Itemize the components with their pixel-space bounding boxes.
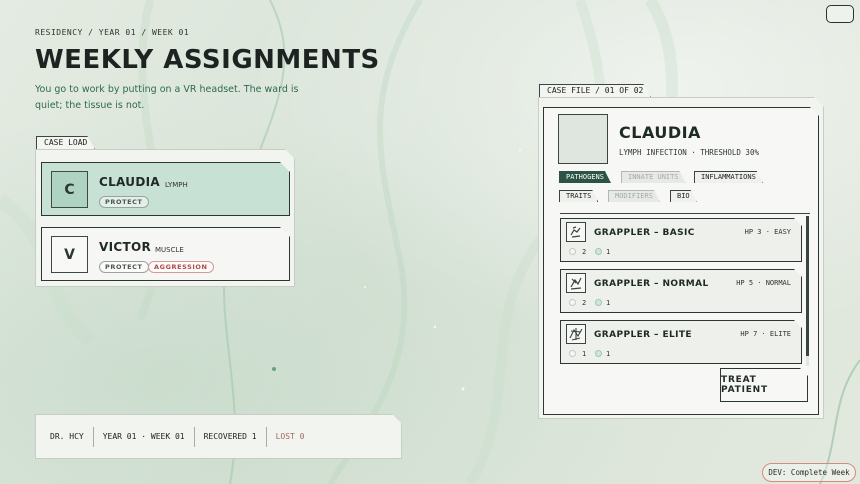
breadcrumb: RESIDENCY / YEAR 01 / WEEK 01 — [35, 28, 190, 37]
status-lost: LOST 0 — [275, 431, 305, 441]
status-bar: DR. HCY YEAR 01 · WEEK 01 RECOVERED 1 LO… — [35, 414, 402, 459]
unit-dot-icon — [569, 299, 576, 306]
case-tissue: MUSCLE — [155, 246, 184, 254]
tab-innate-units[interactable]: INNATE UNITS — [621, 171, 686, 183]
tab-pathogens[interactable]: PATHOGENS — [559, 171, 611, 183]
casefile-label: CASE FILE / 01 OF 02 — [539, 84, 651, 98]
case-card-victor[interactable]: V VICTOR MUSCLE PROTECT AGGRESSION — [41, 227, 290, 281]
pathogen-card-normal[interactable]: GRAPPLER – NORMAL HP 5 · NORMAL 2 1 — [560, 269, 802, 313]
grappler-icon — [566, 324, 586, 344]
pathogen-count-b: 1 — [606, 350, 611, 358]
treat-patient-button[interactable]: TREAT PATIENT — [720, 368, 808, 402]
case-card-claudia[interactable]: C CLAUDIA LYMPH PROTECT — [41, 162, 290, 216]
grappler-icon — [566, 273, 586, 293]
status-doctor: DR. HCY — [41, 427, 94, 447]
pathogen-card-basic[interactable]: GRAPPLER – BASIC HP 3 · EASY 2 1 — [560, 218, 802, 262]
patient-name: CLAUDIA — [619, 123, 701, 142]
status-date: YEAR 01 · WEEK 01 — [94, 427, 195, 447]
pathogen-count-a: 2 — [582, 299, 587, 307]
tab-bio[interactable]: BIO — [670, 190, 697, 202]
unit-dot-icon — [569, 248, 576, 255]
page-title: WEEKLY ASSIGNMENTS — [35, 45, 380, 75]
pathogen-card-elite[interactable]: GRAPPLER – ELITE HP 7 · ELITE 1 1 — [560, 320, 802, 364]
pathogen-count-a: 2 — [582, 248, 587, 256]
badge-protect: PROTECT — [99, 261, 149, 273]
menu-button[interactable] — [826, 5, 854, 23]
dev-complete-week-button[interactable]: DEV: Complete Week — [762, 463, 856, 482]
caseload-label: CASE LOAD — [36, 136, 95, 150]
badge-aggression: AGGRESSION — [148, 261, 214, 273]
pathogen-count-b: 1 — [606, 248, 611, 256]
caseload-panel: C CLAUDIA LYMPH PROTECT V VICTOR MUSCLE … — [35, 149, 295, 287]
tab-traits[interactable]: TRAITS — [559, 190, 598, 202]
unit-dot-icon — [595, 248, 602, 255]
pathogen-name: GRAPPLER – BASIC — [594, 228, 695, 238]
case-name: VICTOR — [99, 240, 151, 254]
pathogen-count-a: 1 — [582, 350, 587, 358]
case-tissue: LYMPH — [165, 181, 188, 189]
pathogen-stat: HP 3 · EASY — [744, 228, 791, 236]
status-recovered: RECOVERED 1 — [195, 427, 267, 447]
grappler-icon — [566, 222, 586, 242]
patient-subtitle: LYMPH INFECTION · THRESHOLD 30% — [619, 148, 759, 157]
patient-portrait — [558, 114, 608, 164]
menu-icon — [827, 6, 852, 21]
patient-initial: V — [51, 236, 88, 273]
case-name: CLAUDIA — [99, 175, 160, 189]
pathogen-stat: HP 5 · NORMAL — [736, 279, 791, 287]
casefile-panel: CLAUDIA LYMPH INFECTION · THRESHOLD 30% … — [538, 97, 824, 419]
pathogen-name: GRAPPLER – ELITE — [594, 330, 692, 340]
pathogen-count-b: 1 — [606, 299, 611, 307]
unit-dot-icon — [595, 299, 602, 306]
pathogen-stat: HP 7 · ELITE — [740, 330, 791, 338]
badge-protect: PROTECT — [99, 196, 149, 208]
patient-initial: C — [51, 171, 88, 208]
tabs-divider — [560, 213, 810, 214]
pathogen-name: GRAPPLER – NORMAL — [594, 279, 709, 289]
unit-dot-icon — [569, 350, 576, 357]
unit-dot-icon — [595, 350, 602, 357]
intro-text: You go to work by putting on a VR headse… — [35, 84, 299, 111]
tab-modifiers[interactable]: MODIFIERS — [608, 190, 660, 202]
tab-inflammations[interactable]: INFLAMMATIONS — [694, 171, 763, 183]
scrollbar-thumb[interactable] — [806, 216, 809, 356]
casefile-inner: CLAUDIA LYMPH INFECTION · THRESHOLD 30% … — [543, 107, 819, 415]
